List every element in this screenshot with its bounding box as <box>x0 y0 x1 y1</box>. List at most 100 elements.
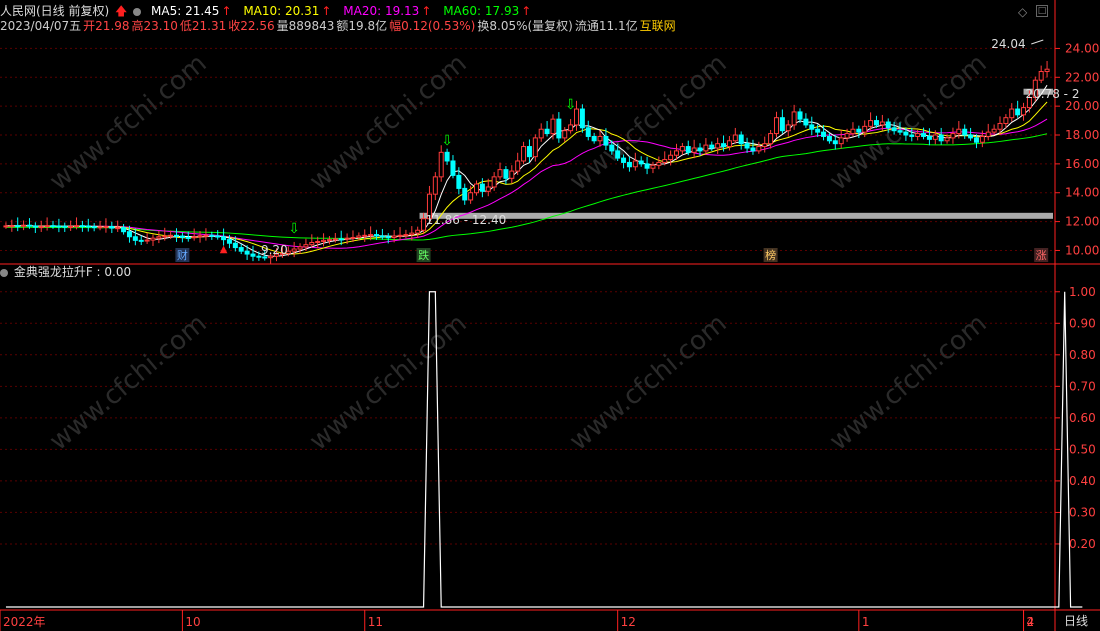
candle-body <box>297 246 303 250</box>
candle-body <box>668 154 674 161</box>
candle-body <box>391 235 397 238</box>
candle-body <box>756 146 762 152</box>
info-item-9: 流通11.1亿 <box>574 19 638 33</box>
y-tick-label-indicator: 0.70 <box>1069 379 1096 393</box>
candle-body <box>962 128 968 136</box>
ma5-label: MA5: 21.45 <box>151 4 220 18</box>
ma60-label: MA60: 17.93 <box>443 4 520 18</box>
candle-body <box>632 160 638 168</box>
y-tick-label-indicator: 0.90 <box>1069 316 1096 330</box>
event-marker-1: 跌 <box>418 248 429 262</box>
candle-body <box>621 157 627 163</box>
candle-body <box>991 128 997 133</box>
candle-body <box>56 225 62 228</box>
candle-body <box>691 147 697 153</box>
candle-body <box>732 134 738 142</box>
candle-body <box>1044 68 1050 73</box>
candle-body <box>579 108 585 129</box>
candle-body <box>191 236 197 239</box>
candle-body <box>32 225 38 228</box>
candle-body <box>768 133 774 145</box>
support-band <box>419 212 1054 219</box>
candle-body <box>221 236 227 241</box>
candle-body <box>197 235 203 238</box>
info-item-4: 收22.56 <box>228 19 275 33</box>
candle-body <box>132 236 138 241</box>
period-button[interactable]: 日线 <box>1064 614 1088 628</box>
candle-body <box>491 176 497 188</box>
candle-body <box>709 144 715 149</box>
x-tick-label: 4 <box>1027 615 1035 629</box>
ma10-label: MA10: 20.31 <box>243 4 320 18</box>
candle-body <box>609 144 615 152</box>
candle-body <box>568 124 574 132</box>
candle-body <box>521 146 527 162</box>
candle-body <box>332 238 338 241</box>
maximize-icon[interactable]: □ <box>1036 5 1048 17</box>
candle-body <box>350 236 356 239</box>
event-marker-3: 涨 <box>1036 249 1047 262</box>
candle-body <box>591 135 597 142</box>
candle-body <box>509 170 515 179</box>
candle-body <box>168 234 174 237</box>
y-tick-label-indicator: 0.50 <box>1069 442 1096 456</box>
candle-body <box>26 224 32 227</box>
candle-body <box>91 226 97 229</box>
candle-body <box>50 225 56 228</box>
candle-body <box>115 227 121 230</box>
candle-body <box>515 160 521 172</box>
event-marker-0: 财 <box>177 248 188 262</box>
candle-body <box>685 146 691 153</box>
candle-body <box>721 143 727 148</box>
candle-body <box>244 250 250 255</box>
candle-body <box>644 163 650 169</box>
candle-body <box>650 164 656 169</box>
candle-body <box>374 234 380 237</box>
candle-body <box>232 242 238 249</box>
candle-body <box>903 131 909 136</box>
info-item-7: 幅0.12(0.53%) <box>389 19 476 33</box>
candle-body <box>938 134 944 142</box>
stock-chart[interactable]: 24.00 22.00 20.00 18.00 16.00 14.00 12.00 10.00… <box>0 0 1100 631</box>
low-annotation: 9.20 <box>261 243 288 257</box>
info-item-10: 互联网 <box>639 19 676 33</box>
candle-body <box>103 226 109 229</box>
candle-body <box>503 169 509 179</box>
candle-body <box>309 242 315 246</box>
y-tick-label-main: 16.00 <box>1065 157 1099 171</box>
candle-body <box>156 236 162 239</box>
candle-body <box>462 187 468 201</box>
candle-body <box>321 239 327 243</box>
candle-body <box>9 225 15 228</box>
candle-body <box>1038 71 1044 81</box>
candle-body <box>174 234 180 237</box>
settings-dot-icon[interactable] <box>133 8 142 16</box>
candle-body <box>315 241 321 244</box>
band-annotation-1: 11.86 - 12.40 <box>426 213 507 227</box>
candle-body <box>368 234 374 237</box>
candle-body <box>832 140 838 145</box>
candle-body <box>909 134 915 137</box>
y-tick-label-main: 24.00 <box>1065 41 1099 55</box>
candle-body <box>179 235 185 238</box>
candle-body <box>1009 108 1015 119</box>
candle-body <box>538 128 544 139</box>
diamond-icon[interactable]: ◇ <box>1018 5 1027 19</box>
candle-body <box>979 135 985 143</box>
candle-body <box>773 117 779 135</box>
candle-body <box>344 237 350 240</box>
info-item-5: 量889843 <box>276 19 335 33</box>
candle-body <box>544 128 550 135</box>
indicator-settings-icon[interactable] <box>0 269 8 277</box>
candle-body <box>385 236 391 239</box>
high-annotation: 24.04 <box>991 37 1025 51</box>
candle-body <box>1015 108 1021 116</box>
candle-body <box>926 135 932 140</box>
candle-body <box>868 120 874 127</box>
candle-body <box>68 226 74 229</box>
candle-body <box>403 234 409 237</box>
info-item-8: 换8.05%(量复权) <box>477 19 573 33</box>
candle-body <box>238 247 244 252</box>
x-tick-label: 2022年 <box>3 615 46 629</box>
candle-body <box>144 239 150 242</box>
